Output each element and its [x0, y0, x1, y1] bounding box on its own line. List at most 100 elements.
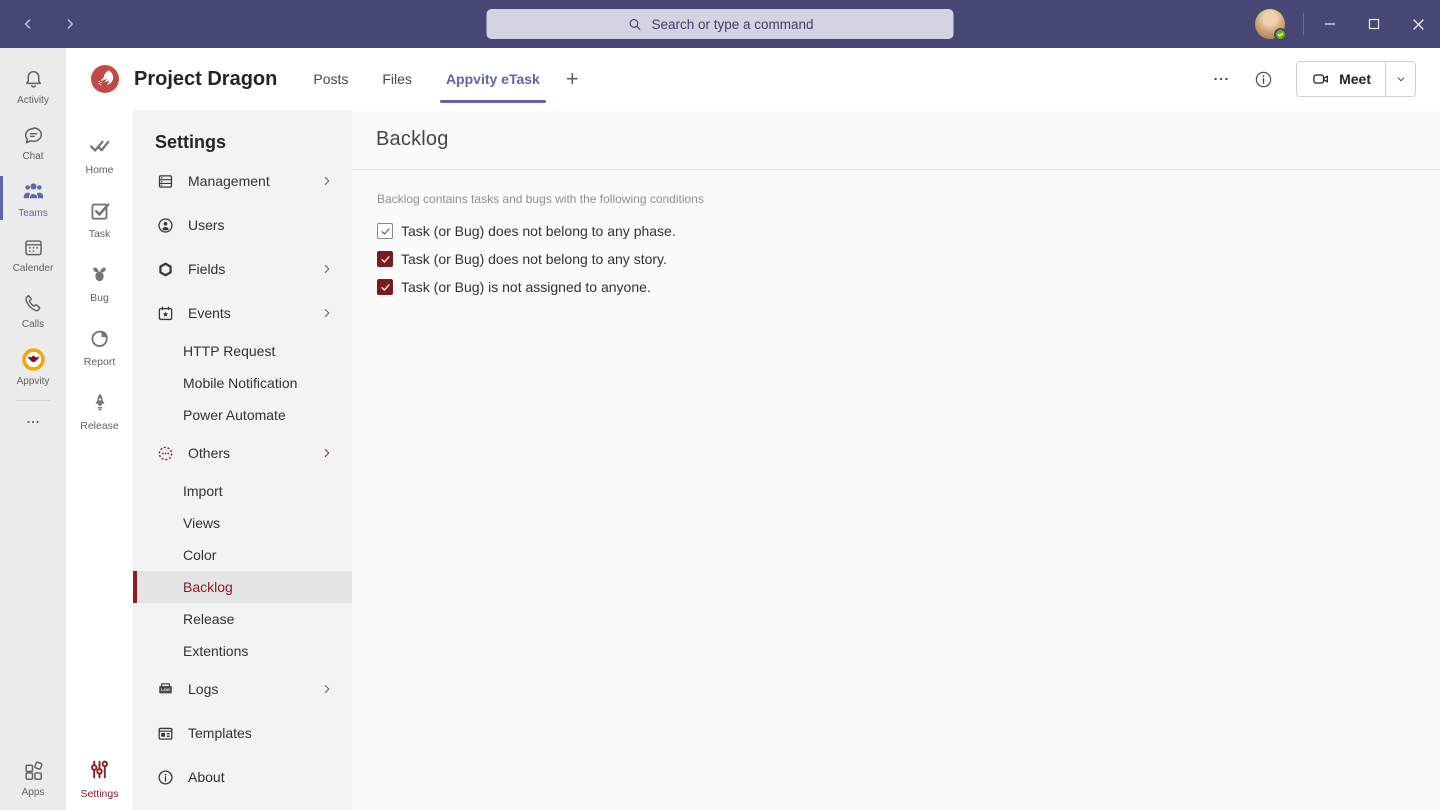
module-label: Home [85, 164, 113, 176]
condition-row-assigned[interactable]: Task (or Bug) is not assigned to anyone. [377, 273, 1440, 301]
appvity-logo [20, 346, 47, 373]
chevron-right-icon [320, 262, 334, 276]
sidebar-item-calls[interactable]: Calls [0, 282, 66, 338]
add-tab-button[interactable]: + [566, 66, 579, 92]
chevron-right-icon [320, 174, 334, 188]
checkbox-phase[interactable] [377, 223, 393, 239]
rail-divider [16, 400, 50, 401]
module-bug[interactable]: Bug [66, 250, 133, 314]
bell-icon [21, 67, 46, 92]
sidebar-item-label: Calls [22, 319, 44, 330]
tab-appvity-etask[interactable]: Appvity eTask [446, 48, 540, 110]
ellipsis-icon [24, 413, 42, 431]
channel-header: Project Dragon Posts Files Appvity eTask… [66, 48, 1440, 110]
module-label: Settings [81, 788, 119, 800]
chevron-down-icon [1394, 72, 1408, 86]
settings-item-release[interactable]: Release [133, 603, 352, 635]
sidebar-item-label: Chat [22, 151, 43, 162]
sidebar-item-apps[interactable]: Apps [0, 750, 66, 806]
info-icon [1253, 69, 1274, 90]
dragon-logo [90, 64, 120, 94]
chevron-right-icon [320, 446, 334, 460]
settings-item-templates[interactable]: Templates [133, 711, 352, 755]
module-release[interactable]: Release [66, 378, 133, 442]
settings-item-import[interactable]: Import [133, 475, 352, 507]
maximize-button[interactable] [1352, 0, 1396, 48]
settings-item-logs[interactable]: LOG Logs [133, 667, 352, 711]
search-icon [626, 16, 643, 33]
more-options-button[interactable] [1211, 69, 1231, 89]
info-circle-icon [155, 767, 176, 788]
settings-item-backlog[interactable]: Backlog [133, 571, 352, 603]
settings-item-about[interactable]: About [133, 755, 352, 799]
check-icon [380, 226, 391, 237]
chevron-left-icon [20, 16, 36, 32]
meet-button[interactable]: Meet [1297, 62, 1385, 96]
settings-nav-panel: Settings Management Users Fields [133, 110, 352, 810]
titlebar-divider [1303, 13, 1304, 35]
settings-item-http-request[interactable]: HTTP Request [133, 335, 352, 367]
close-button[interactable] [1396, 0, 1440, 48]
user-avatar[interactable] [1255, 9, 1285, 39]
settings-item-fields[interactable]: Fields [133, 247, 352, 291]
nav-history [0, 8, 86, 40]
settings-item-extentions[interactable]: Extentions [133, 635, 352, 667]
settings-item-events[interactable]: Events [133, 291, 352, 335]
settings-item-power-automate[interactable]: Power Automate [133, 399, 352, 431]
sidebar-item-label: Activity [17, 95, 49, 106]
minimize-button[interactable] [1308, 0, 1352, 48]
teams-title-bar: Search or type a command [0, 0, 1440, 48]
sidebar-item-chat[interactable]: Chat [0, 114, 66, 170]
module-label: Bug [90, 292, 109, 304]
sidebar-item-label: Teams [18, 208, 47, 219]
titlebar-controls [1255, 0, 1440, 48]
close-icon [1412, 18, 1425, 31]
sliders-icon [86, 756, 113, 783]
forward-button[interactable] [54, 8, 86, 40]
settings-panel-title: Settings [133, 110, 352, 159]
sidebar-item-appvity[interactable]: Appvity [0, 338, 66, 394]
minimize-icon [1324, 18, 1336, 30]
team-name: Project Dragon [134, 68, 277, 91]
settings-item-mobile-notification[interactable]: Mobile Notification [133, 367, 352, 399]
app-bar: Activity Chat Teams Calender Calls Appvi… [0, 48, 66, 810]
phone-icon [21, 291, 46, 316]
settings-item-color[interactable]: Color [133, 539, 352, 571]
module-report[interactable]: Report [66, 314, 133, 378]
condition-row-story[interactable]: Task (or Bug) does not belong to any sto… [377, 245, 1440, 273]
rocket-icon [87, 389, 113, 415]
chevron-right-icon [320, 682, 334, 696]
ellipsis-circle-icon [155, 443, 176, 464]
checkbox-assigned[interactable] [377, 279, 393, 295]
page-header: Backlog [352, 110, 1440, 170]
tab-posts[interactable]: Posts [313, 48, 348, 110]
module-home[interactable]: Home [66, 122, 133, 186]
meet-dropdown-button[interactable] [1385, 62, 1415, 96]
sidebar-item-activity[interactable]: Activity [0, 58, 66, 114]
settings-item-others[interactable]: Others [133, 431, 352, 475]
more-apps-button[interactable] [0, 407, 66, 437]
teams-people-icon [20, 178, 47, 205]
back-button[interactable] [12, 8, 44, 40]
tab-files[interactable]: Files [382, 48, 412, 110]
sidebar-item-calendar[interactable]: Calender [0, 226, 66, 282]
settings-item-users[interactable]: Users [133, 203, 352, 247]
search-input[interactable]: Search or type a command [487, 9, 954, 39]
module-task[interactable]: Task [66, 186, 133, 250]
module-label: Report [84, 356, 116, 368]
module-settings[interactable]: Settings [66, 746, 133, 810]
hexagon-icon [155, 259, 176, 280]
chat-icon [21, 123, 46, 148]
settings-item-management[interactable]: Management [133, 159, 352, 203]
checkbox-story[interactable] [377, 251, 393, 267]
svg-text:LOG: LOG [161, 687, 170, 692]
settings-item-views[interactable]: Views [133, 507, 352, 539]
page-title: Backlog [376, 128, 449, 151]
channel-info-button[interactable] [1253, 69, 1274, 90]
double-check-icon [86, 132, 113, 159]
sidebar-item-teams[interactable]: Teams [0, 170, 66, 226]
condition-row-phase[interactable]: Task (or Bug) does not belong to any pha… [377, 217, 1440, 245]
module-label: Task [89, 228, 111, 240]
maximize-icon [1368, 18, 1380, 30]
more-options-icon [1211, 69, 1231, 89]
